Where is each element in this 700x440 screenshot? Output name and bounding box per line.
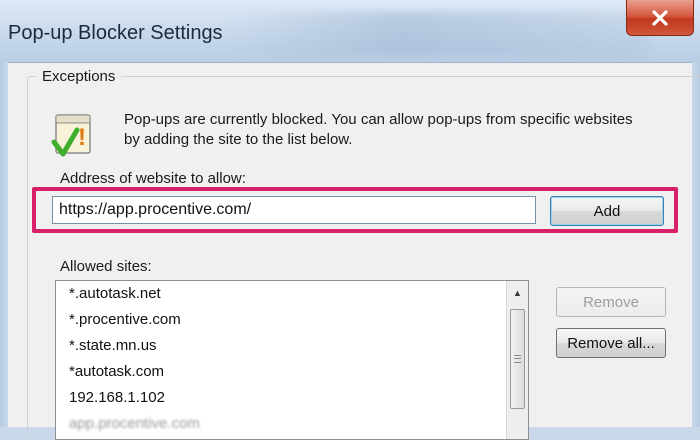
background-tabs-ghost <box>230 12 650 56</box>
list-item[interactable]: *.procentive.com <box>56 307 528 333</box>
window-title: Pop-up Blocker Settings <box>8 22 223 44</box>
allowed-sites-label: Allowed sites: <box>60 258 152 275</box>
info-text: Pop-ups are currently blocked. You can a… <box>124 111 633 148</box>
list-item[interactable]: *autotask.com <box>56 359 528 385</box>
list-scrollbar[interactable]: ▲ <box>506 281 528 439</box>
list-item[interactable]: *.autotask.net <box>56 281 528 307</box>
list-item[interactable]: 192.168.1.102 <box>56 385 528 411</box>
title-bar: Pop-up Blocker Settings <box>0 0 700 62</box>
remove-button[interactable]: Remove <box>556 287 666 317</box>
add-button[interactable]: Add <box>550 196 664 226</box>
grip-icon <box>514 355 521 363</box>
close-button[interactable] <box>626 0 694 36</box>
exceptions-label: Exceptions <box>36 68 122 85</box>
list-item[interactable]: *.state.mn.us <box>56 333 528 359</box>
svg-text:!: ! <box>78 124 86 151</box>
warning-check-icon: ! <box>50 112 100 162</box>
list-item[interactable]: app.procentive.com <box>56 411 528 437</box>
address-input[interactable] <box>52 196 536 224</box>
close-icon <box>652 9 668 26</box>
window-border-left <box>0 62 8 427</box>
remove-all-button[interactable]: Remove all... <box>556 328 666 358</box>
scroll-thumb[interactable] <box>510 309 525 409</box>
allowed-sites-list[interactable]: *.autotask.net *.procentive.com *.state.… <box>55 280 529 440</box>
scroll-up-icon[interactable]: ▲ <box>510 285 525 300</box>
address-label: Address of website to allow: <box>60 170 246 187</box>
